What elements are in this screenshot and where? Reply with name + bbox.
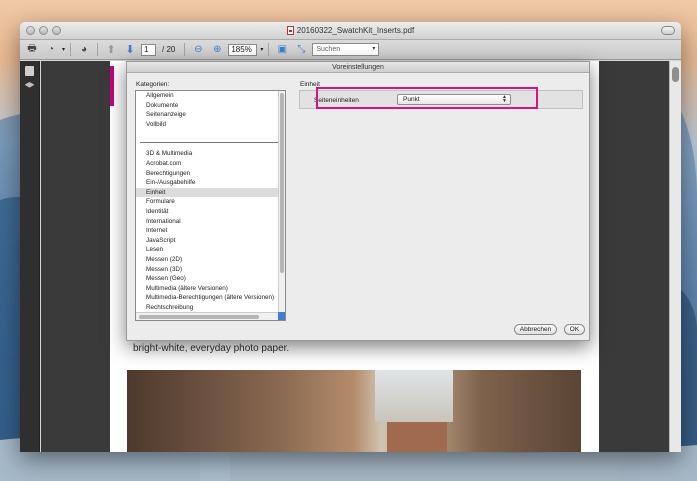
scrollbar-thumb[interactable] xyxy=(672,67,679,82)
cancel-button[interactable]: Abbrechen xyxy=(514,324,557,335)
fit-page-icon[interactable]: ▣ xyxy=(274,43,290,57)
ok-button[interactable]: OK xyxy=(564,324,585,335)
category-item[interactable]: Messen (Geo) xyxy=(136,274,285,284)
layers-icon[interactable] xyxy=(24,82,35,88)
navigation-panel xyxy=(20,61,40,452)
zoom-button[interactable] xyxy=(52,26,61,35)
category-item[interactable]: Allgemein xyxy=(136,91,285,101)
category-item[interactable]: 3D & Multimedia xyxy=(136,149,285,159)
category-item[interactable]: Identität xyxy=(136,207,285,217)
share-icon[interactable]: ◕ xyxy=(76,43,92,57)
minimize-button[interactable] xyxy=(39,26,48,35)
page-total: / 20 xyxy=(162,45,176,54)
document-scrollbar[interactable] xyxy=(669,61,681,452)
zoom-out-icon[interactable]: ⊖ xyxy=(190,43,206,57)
category-item[interactable]: Messen (2D) xyxy=(136,255,285,265)
search-input[interactable]: Suchen ▾ xyxy=(312,43,380,56)
create-pdf-icon[interactable]: ◔ xyxy=(43,43,59,57)
fit-width-icon[interactable]: ⤡ xyxy=(293,43,309,57)
category-item[interactable]: Multimedia-Berechtigungen (ältere Versio… xyxy=(136,293,285,303)
category-item[interactable]: JavaScript xyxy=(136,236,285,246)
preferences-dialog: Voreinstellungen Kategorien: Allgemein Do… xyxy=(126,61,590,341)
page-body-text: bright-white, everyday photo paper. xyxy=(133,343,290,354)
zoom-dropdown-caret[interactable]: ▾ xyxy=(260,46,263,53)
category-item[interactable]: Acrobat.com xyxy=(136,159,285,169)
pages-icon[interactable] xyxy=(25,66,34,76)
toolbar-separator xyxy=(184,43,186,56)
category-item[interactable]: Berechtigungen xyxy=(136,169,285,179)
category-item[interactable]: Multimedia (ältere Versionen) xyxy=(136,284,285,294)
page-accent-bar xyxy=(110,66,114,106)
search-dropdown-caret[interactable]: ▾ xyxy=(372,44,375,55)
category-item[interactable]: Formulare xyxy=(136,197,285,207)
categories-divider xyxy=(140,142,283,144)
highlight-annotation xyxy=(316,87,538,109)
toolbar-separator xyxy=(70,43,72,56)
category-item[interactable]: Ein-/Ausgabehilfe xyxy=(136,178,285,188)
pdf-file-icon xyxy=(286,26,294,35)
page-photo xyxy=(127,370,581,452)
categories-label: Kategorien: xyxy=(136,81,170,88)
toolbar-toggle-button[interactable] xyxy=(661,26,675,35)
zoom-in-icon[interactable]: ⊕ xyxy=(209,43,225,57)
toolbar-separator xyxy=(268,43,270,56)
previous-page-icon[interactable]: ⬆ xyxy=(103,43,119,57)
category-item[interactable]: Einheit xyxy=(136,187,285,198)
print-icon[interactable]: 🖶 xyxy=(24,43,40,57)
toolbar: 🖶 ◔ ▾ ◕ ⬆ ⬇ 1 / 20 ⊖ ⊕ 185% ▾ ▣ ⤡ Suchen… xyxy=(20,40,681,60)
dialog-title: Voreinstellungen xyxy=(127,62,589,73)
page-number-input[interactable]: 1 xyxy=(141,43,157,56)
next-page-icon[interactable]: ⬇ xyxy=(122,43,138,57)
categories-list[interactable]: Allgemein Dokumente Seitenanzeige Vollbild … xyxy=(135,90,286,321)
zoom-input[interactable]: 185% xyxy=(228,43,258,56)
category-item[interactable]: International xyxy=(136,217,285,227)
category-item[interactable]: Seitenanzeige xyxy=(136,110,285,120)
category-item[interactable]: Lesen xyxy=(136,245,285,255)
category-item[interactable]: Messen (3D) xyxy=(136,265,285,275)
categories-horizontal-scrollbar[interactable] xyxy=(136,312,278,320)
close-button[interactable] xyxy=(26,26,35,35)
category-item[interactable]: Internet xyxy=(136,226,285,236)
scroll-corner xyxy=(278,312,285,320)
category-item[interactable]: Dokumente xyxy=(136,101,285,111)
category-item[interactable]: Vollbild xyxy=(136,120,285,130)
title-bar: 20160322_SwatchKit_Inserts.pdf xyxy=(20,22,681,40)
window-controls xyxy=(26,26,61,35)
categories-vertical-scrollbar[interactable] xyxy=(278,91,285,312)
toolbar-separator xyxy=(97,43,99,56)
acrobat-window: 20160322_SwatchKit_Inserts.pdf 🖶 ◔ ▾ ◕ ⬆… xyxy=(20,22,681,452)
create-dropdown-caret[interactable]: ▾ xyxy=(62,46,65,53)
window-title: 20160322_SwatchKit_Inserts.pdf xyxy=(296,26,415,35)
